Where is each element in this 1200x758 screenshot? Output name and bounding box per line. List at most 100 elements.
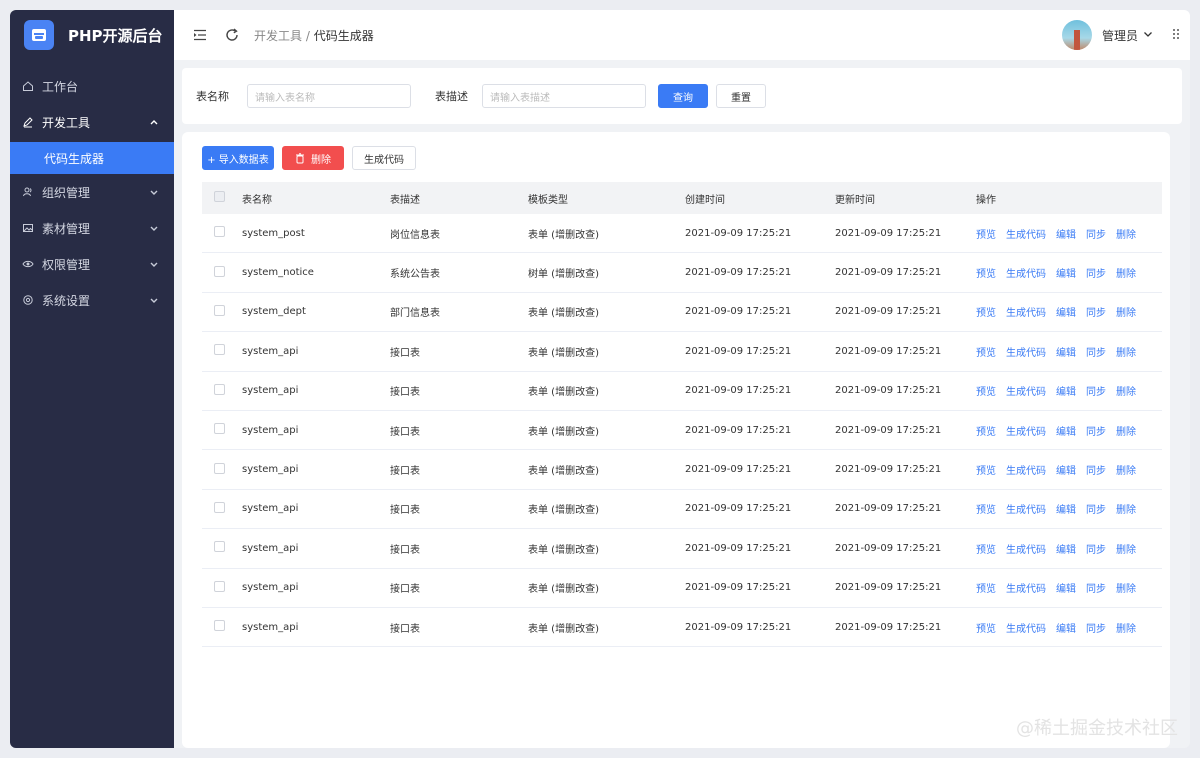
- row-checkbox[interactable]: [214, 344, 225, 356]
- action-preview-link[interactable]: 预览: [976, 505, 996, 516]
- action-generate-link[interactable]: 生成代码: [1006, 545, 1046, 556]
- action-preview-link[interactable]: 预览: [976, 427, 996, 438]
- action-generate-link[interactable]: 生成代码: [1006, 624, 1046, 635]
- row-checkbox[interactable]: [214, 462, 225, 474]
- action-delete-link[interactable]: 删除: [1116, 427, 1136, 438]
- action-delete-link[interactable]: 删除: [1116, 545, 1136, 556]
- cell-actions: 预览 生成代码 编辑 同步 删除: [976, 462, 1162, 477]
- refresh-icon[interactable]: [224, 27, 240, 43]
- action-sync-link[interactable]: 同步: [1086, 269, 1106, 280]
- action-delete-link[interactable]: 删除: [1116, 505, 1136, 516]
- action-generate-link[interactable]: 生成代码: [1006, 584, 1046, 595]
- chevron-down-icon: [148, 222, 160, 234]
- select-all-checkbox[interactable]: [214, 191, 225, 202]
- row-checkbox[interactable]: [214, 580, 225, 592]
- reset-button[interactable]: 重置: [716, 84, 766, 108]
- action-delete-link[interactable]: 删除: [1116, 466, 1136, 477]
- action-generate-link[interactable]: 生成代码: [1006, 387, 1046, 398]
- action-edit-link[interactable]: 编辑: [1056, 545, 1076, 556]
- action-sync-link[interactable]: 同步: [1086, 427, 1106, 438]
- action-sync-link[interactable]: 同步: [1086, 308, 1106, 319]
- action-edit-link[interactable]: 编辑: [1056, 387, 1076, 398]
- action-sync-link[interactable]: 同步: [1086, 387, 1106, 398]
- cell-updated-time: 2021-09-09 17:25:21: [835, 542, 942, 554]
- sidebar-item-organization[interactable]: 组织管理: [10, 174, 174, 210]
- action-preview-link[interactable]: 预览: [976, 230, 996, 241]
- user-menu[interactable]: 管理员: [1061, 19, 1180, 51]
- action-edit-link[interactable]: 编辑: [1056, 624, 1076, 635]
- action-generate-link[interactable]: 生成代码: [1006, 230, 1046, 241]
- more-dots-icon[interactable]: [1172, 28, 1180, 43]
- table-name-input[interactable]: 请输入表名称: [247, 84, 411, 108]
- action-sync-link[interactable]: 同步: [1086, 545, 1106, 556]
- action-generate-link[interactable]: 生成代码: [1006, 308, 1046, 319]
- action-sync-link[interactable]: 同步: [1086, 348, 1106, 359]
- table-header: 表名称 表描述 模板类型 创建时间 更新时间 操作: [202, 182, 1162, 214]
- action-delete-link[interactable]: 删除: [1116, 308, 1136, 319]
- user-name[interactable]: 管理员: [1102, 27, 1138, 44]
- row-checkbox[interactable]: [214, 423, 225, 435]
- cell-table-name: system_api: [242, 424, 299, 436]
- action-edit-link[interactable]: 编辑: [1056, 584, 1076, 595]
- row-checkbox[interactable]: [214, 226, 225, 238]
- action-generate-link[interactable]: 生成代码: [1006, 505, 1046, 516]
- sidebar-item-code-generator[interactable]: 代码生成器: [10, 142, 174, 174]
- import-table-button[interactable]: + 导入数据表: [202, 146, 274, 170]
- action-preview-link[interactable]: 预览: [976, 348, 996, 359]
- sidebar-item-system-settings[interactable]: 系统设置: [10, 282, 174, 318]
- action-preview-link[interactable]: 预览: [976, 545, 996, 556]
- action-edit-link[interactable]: 编辑: [1056, 230, 1076, 241]
- action-generate-link[interactable]: 生成代码: [1006, 427, 1046, 438]
- table-desc-input[interactable]: 请输入表描述: [482, 84, 646, 108]
- action-edit-link[interactable]: 编辑: [1056, 269, 1076, 280]
- menu-fold-icon[interactable]: [192, 27, 208, 43]
- action-generate-link[interactable]: 生成代码: [1006, 466, 1046, 477]
- row-checkbox[interactable]: [214, 501, 225, 513]
- action-preview-link[interactable]: 预览: [976, 624, 996, 635]
- action-delete-link[interactable]: 删除: [1116, 348, 1136, 359]
- row-checkbox-cell: [202, 344, 242, 358]
- action-edit-link[interactable]: 编辑: [1056, 348, 1076, 359]
- cell-template-type: 表单 (增删改查): [528, 308, 599, 320]
- row-checkbox[interactable]: [214, 265, 225, 277]
- action-sync-link[interactable]: 同步: [1086, 624, 1106, 635]
- action-generate-link[interactable]: 生成代码: [1006, 348, 1046, 359]
- sidebar-item-permissions[interactable]: 权限管理: [10, 246, 174, 282]
- row-checkbox[interactable]: [214, 541, 225, 553]
- action-sync-link[interactable]: 同步: [1086, 505, 1106, 516]
- row-checkbox[interactable]: [214, 383, 225, 395]
- action-preview-link[interactable]: 预览: [976, 387, 996, 398]
- action-sync-link[interactable]: 同步: [1086, 584, 1106, 595]
- action-preview-link[interactable]: 预览: [976, 584, 996, 595]
- action-delete-link[interactable]: 删除: [1116, 387, 1136, 398]
- query-button[interactable]: 查询: [658, 84, 708, 108]
- action-delete-link[interactable]: 删除: [1116, 230, 1136, 241]
- sidebar-item-dev-tools[interactable]: 开发工具: [10, 104, 174, 140]
- action-preview-link[interactable]: 预览: [976, 466, 996, 477]
- delete-button[interactable]: 删除: [282, 146, 344, 170]
- avatar[interactable]: [1061, 20, 1092, 50]
- column-header: 创建时间: [685, 194, 725, 206]
- sidebar-item-workbench[interactable]: 工作台: [10, 68, 174, 104]
- action-sync-link[interactable]: 同步: [1086, 466, 1106, 477]
- action-delete-link[interactable]: 删除: [1116, 269, 1136, 280]
- action-delete-link[interactable]: 删除: [1116, 624, 1136, 635]
- chevron-down-icon[interactable]: [1142, 28, 1154, 43]
- breadcrumb-parent[interactable]: 开发工具: [254, 29, 302, 43]
- row-checkbox[interactable]: [214, 304, 225, 316]
- table-name-label: 表名称: [196, 90, 229, 103]
- action-edit-link[interactable]: 编辑: [1056, 308, 1076, 319]
- action-preview-link[interactable]: 预览: [976, 269, 996, 280]
- sidebar-item-materials[interactable]: 素材管理: [10, 210, 174, 246]
- action-sync-link[interactable]: 同步: [1086, 230, 1106, 241]
- generate-code-button[interactable]: 生成代码: [352, 146, 416, 170]
- cell-actions: 预览 生成代码 编辑 同步 删除: [976, 541, 1162, 556]
- action-delete-link[interactable]: 删除: [1116, 584, 1136, 595]
- action-edit-link[interactable]: 编辑: [1056, 505, 1076, 516]
- row-checkbox[interactable]: [214, 620, 225, 632]
- action-edit-link[interactable]: 编辑: [1056, 427, 1076, 438]
- action-generate-link[interactable]: 生成代码: [1006, 269, 1046, 280]
- action-edit-link[interactable]: 编辑: [1056, 466, 1076, 477]
- logo[interactable]: PHP开源后台: [10, 10, 174, 60]
- action-preview-link[interactable]: 预览: [976, 308, 996, 319]
